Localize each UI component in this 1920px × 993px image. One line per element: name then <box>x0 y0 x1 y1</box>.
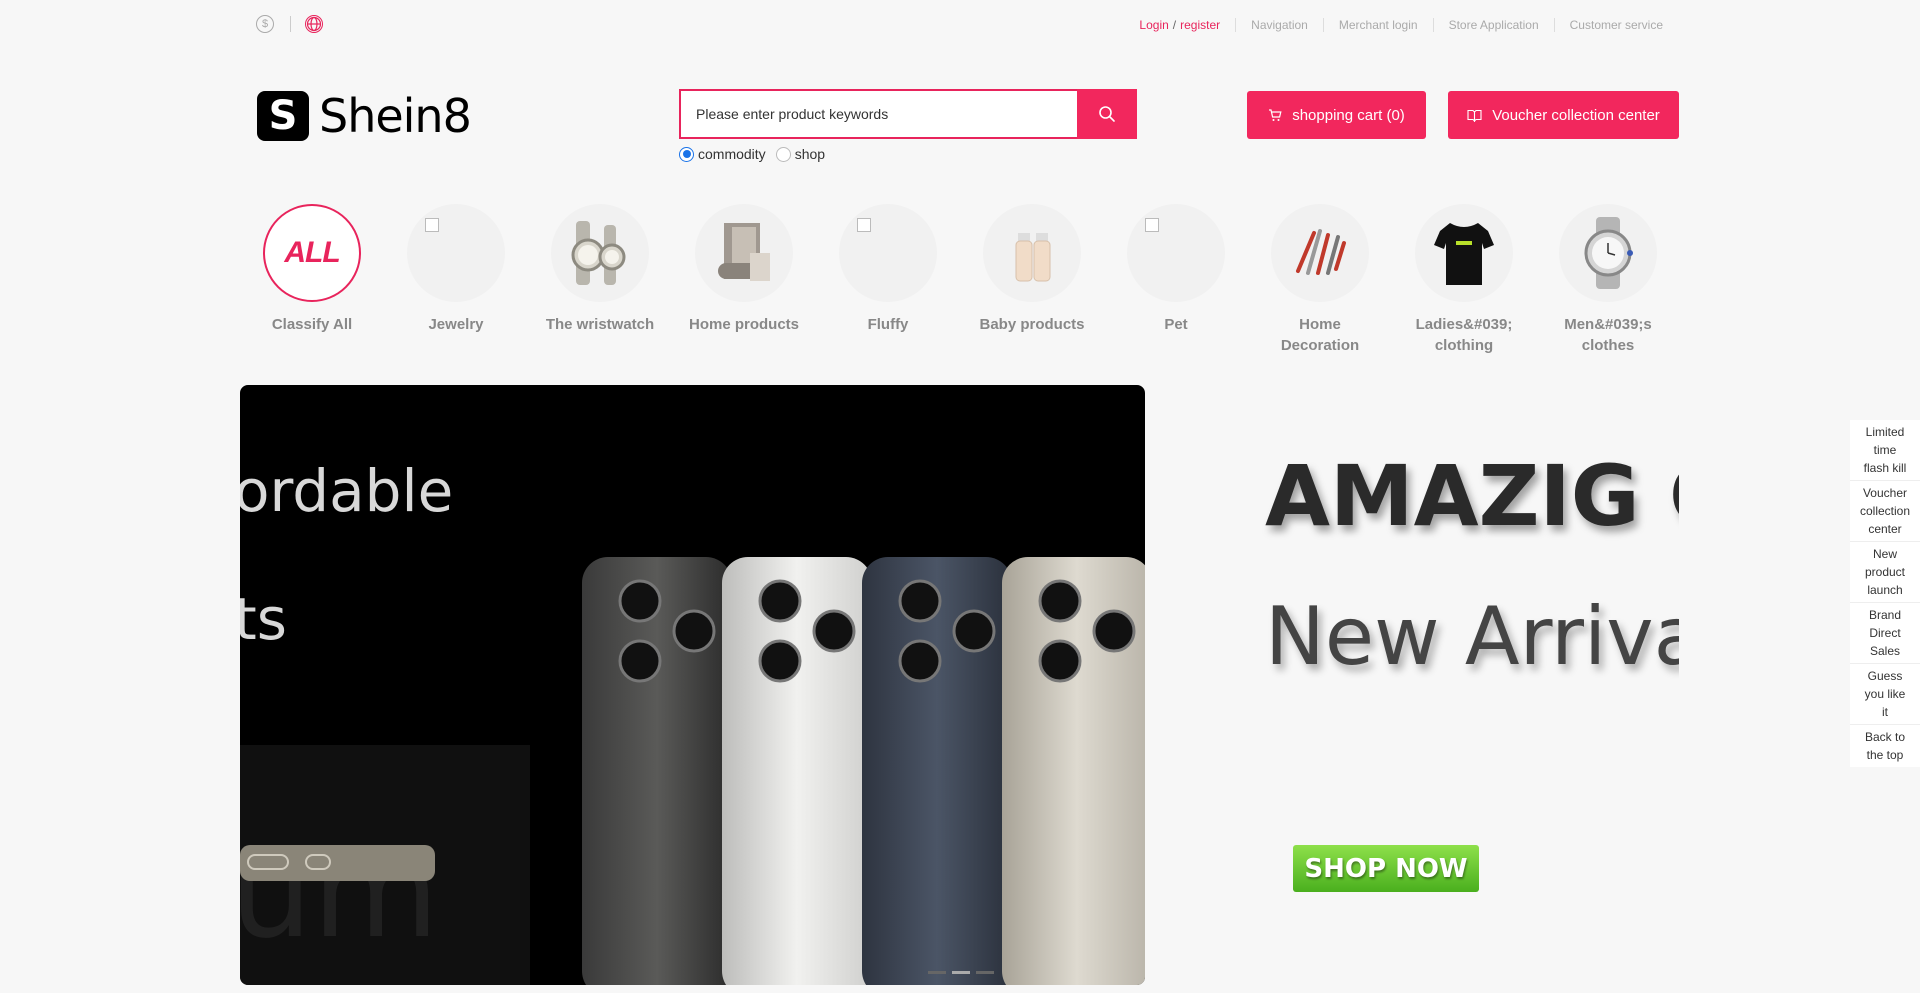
carousel-dot-active[interactable] <box>952 971 970 974</box>
category-image <box>1415 204 1513 302</box>
logo-mark: S <box>257 91 309 141</box>
promo-banner[interactable]: AMAZIG C New Arriva SHOP NOW <box>1145 385 1679 985</box>
carousel-dot[interactable] <box>928 971 946 974</box>
divider <box>290 16 291 32</box>
side-nav-guess-you-like[interactable]: Guess you like it <box>1850 664 1920 725</box>
top-bar: $ Login / register Navigation Merchant l… <box>0 0 1920 50</box>
customer-service-link[interactable]: Customer service <box>1570 18 1663 32</box>
side-nav-flash-kill[interactable]: Limited time flash kill <box>1850 420 1920 481</box>
main-banner-carousel[interactable]: ordable ts um <box>240 385 1145 985</box>
login-link[interactable]: Login <box>1139 18 1168 32</box>
category-image <box>983 204 1081 302</box>
category-image <box>1271 204 1369 302</box>
side-nav-voucher-center[interactable]: Voucher collection center <box>1850 481 1920 542</box>
search-bar <box>679 89 1137 139</box>
search-button[interactable] <box>1077 89 1137 139</box>
divider <box>1235 18 1237 32</box>
category-item-home-products[interactable]: Home products <box>672 204 816 356</box>
category-item-wristwatch[interactable]: The wristwatch <box>528 204 672 356</box>
site-logo[interactable]: S Shein8 <box>257 89 472 143</box>
category-image <box>839 204 937 302</box>
category-label: Baby products <box>979 316 1085 333</box>
shopping-cart-button[interactable]: shopping cart (0) <box>1247 91 1426 139</box>
top-bar-links: Login / register Navigation Merchant log… <box>1139 18 1663 32</box>
divider <box>1553 18 1555 32</box>
category-item-all[interactable]: ALL Classify All <box>240 204 384 356</box>
category-item-baby-products[interactable]: Baby products <box>960 204 1104 356</box>
category-label: Home Decoration <box>1280 316 1360 354</box>
carousel-dot[interactable] <box>976 971 994 974</box>
voucher-center-label: Voucher collection center <box>1492 106 1660 124</box>
shop-radio[interactable] <box>775 146 791 162</box>
shop-radio-label[interactable]: shop <box>795 146 825 162</box>
carousel-indicators <box>928 971 994 974</box>
category-label: Pet <box>1164 316 1188 333</box>
promo-subheadline: New Arriva <box>1265 590 1679 683</box>
category-all-image: ALL <box>263 204 361 302</box>
book-icon <box>1467 109 1482 122</box>
globe-icon[interactable] <box>305 15 323 33</box>
category-image <box>551 204 649 302</box>
side-nav-new-products[interactable]: New product launch <box>1850 542 1920 603</box>
currency-icon[interactable]: $ <box>256 15 274 33</box>
category-image <box>407 204 505 302</box>
merchant-login-link[interactable]: Merchant login <box>1339 18 1418 32</box>
side-nav-brand-direct[interactable]: Brand Direct Sales <box>1850 603 1920 664</box>
voucher-center-button[interactable]: Voucher collection center <box>1448 91 1679 139</box>
category-item-pet[interactable]: Pet <box>1104 204 1248 356</box>
commodity-radio-label[interactable]: commodity <box>698 146 766 162</box>
navigation-link[interactable]: Navigation <box>1251 18 1308 32</box>
category-image <box>695 204 793 302</box>
side-nav-back-to-top[interactable]: Back to the top <box>1850 725 1920 767</box>
category-label: Home products <box>689 316 800 333</box>
category-label: Fluffy <box>867 316 909 333</box>
floating-side-nav: Limited time flash kill Voucher collecti… <box>1850 420 1920 767</box>
category-item-home-decoration[interactable]: Home Decoration <box>1248 204 1392 356</box>
cart-icon <box>1268 108 1282 122</box>
shop-now-button[interactable]: SHOP NOW <box>1293 845 1479 892</box>
divider <box>1432 18 1434 32</box>
category-item-jewelry[interactable]: Jewelry <box>384 204 528 356</box>
shopping-cart-label: shopping cart (0) <box>1292 106 1405 124</box>
category-label: Men&#039;s clothes <box>1564 316 1652 354</box>
category-label: Classify All <box>271 316 353 333</box>
commodity-radio[interactable] <box>679 146 694 162</box>
category-list: ALL Classify All Jewelry The wristwatch … <box>240 204 1680 356</box>
category-label: Jewelry <box>428 316 484 333</box>
logo-text: Shein8 <box>319 89 472 143</box>
login-slash: / <box>1172 18 1177 32</box>
search-icon <box>1099 106 1115 122</box>
store-application-link[interactable]: Store Application <box>1449 18 1539 32</box>
category-all-badge: ALL <box>284 236 340 269</box>
category-image <box>1127 204 1225 302</box>
category-item-mens-clothes[interactable]: Men&#039;s clothes <box>1536 204 1680 356</box>
register-link[interactable]: register <box>1180 18 1220 32</box>
promo-headline: AMAZIG C <box>1265 447 1679 545</box>
category-item-ladies-clothing[interactable]: Ladies&#039; clothing <box>1392 204 1536 356</box>
top-bar-left: $ <box>256 15 323 33</box>
category-label: Ladies&#039; clothing <box>1415 316 1513 354</box>
banner-phones-image <box>240 557 1145 985</box>
category-item-fluffy[interactable]: Fluffy <box>816 204 960 356</box>
category-label: The wristwatch <box>545 316 655 333</box>
search-type-selector: commodity shop <box>679 146 835 162</box>
search-input[interactable] <box>679 89 1077 139</box>
category-image <box>1559 204 1657 302</box>
divider <box>1322 18 1324 32</box>
